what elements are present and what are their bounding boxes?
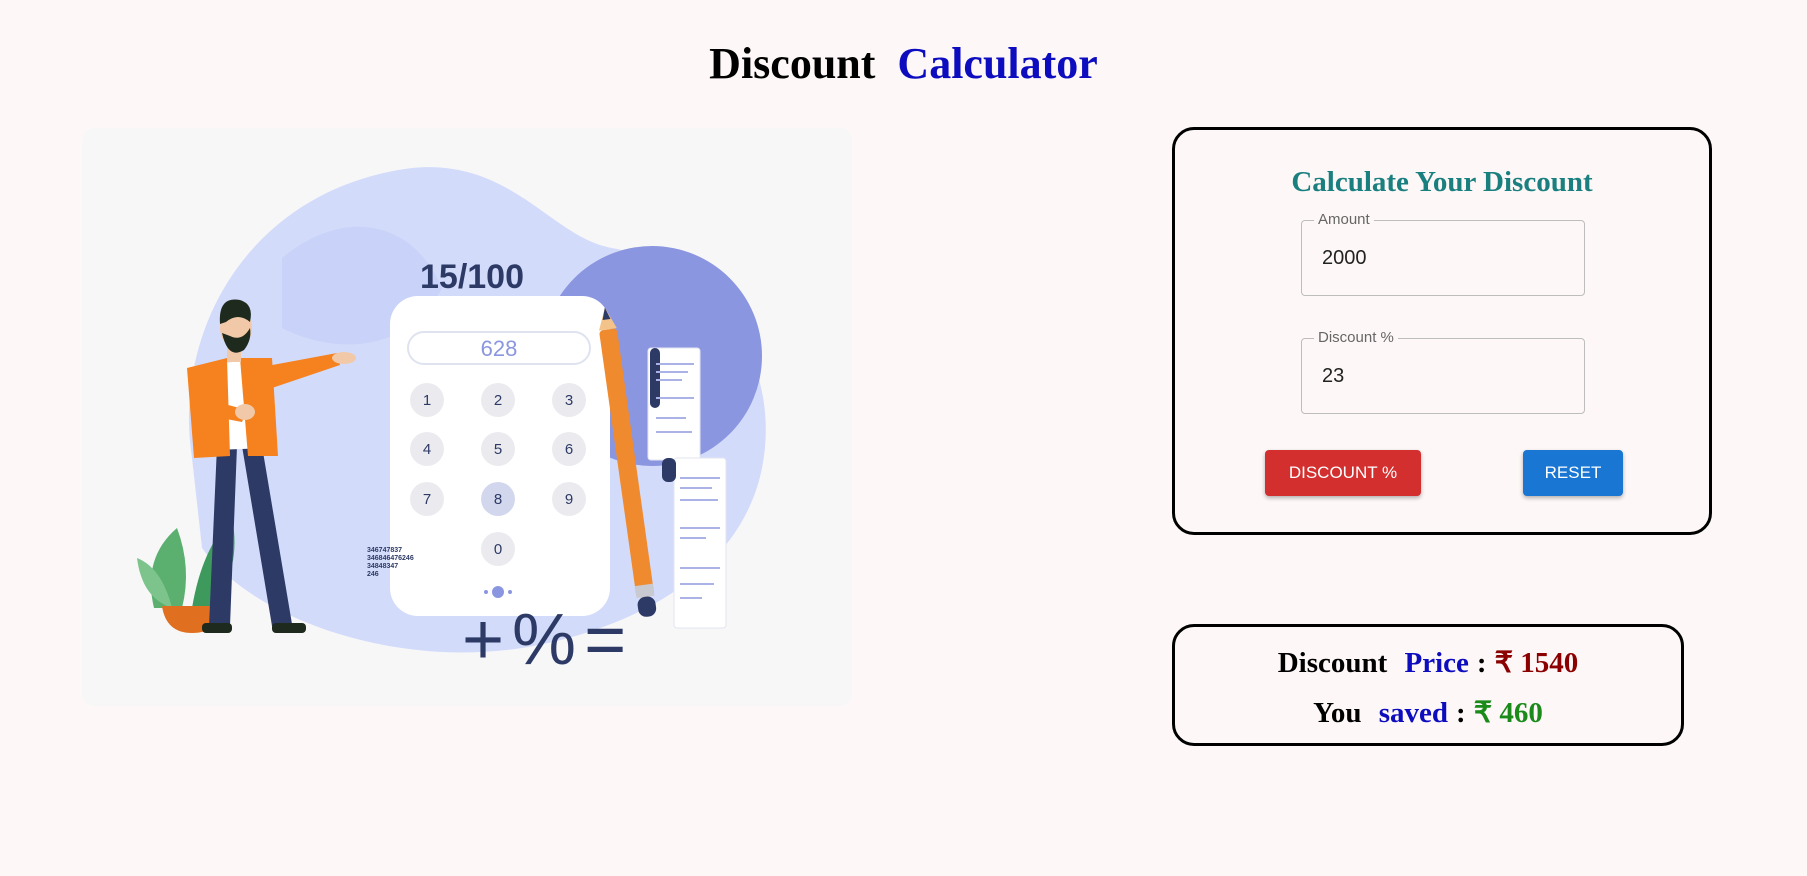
saved-word: saved <box>1378 697 1449 729</box>
key-9: 9 <box>565 491 573 508</box>
key-4: 4 <box>423 441 431 458</box>
form-title: Calculate Your Discount <box>1291 166 1593 198</box>
key-8: 8 <box>494 491 502 508</box>
amount-input[interactable] <box>1302 221 1584 295</box>
key-5: 5 <box>494 441 502 458</box>
page-title-part1: Discount <box>709 39 876 88</box>
fraction-text: 15/100 <box>420 258 524 296</box>
receipt-number-3: 34848347 <box>367 563 398 570</box>
key-3: 3 <box>565 392 573 409</box>
price-separator: : <box>1476 647 1487 679</box>
price-value: ₹ 1540 <box>1494 647 1579 679</box>
key-0: 0 <box>494 541 502 558</box>
discount-button[interactable]: DISCOUNT % <box>1265 450 1421 496</box>
saved-line: You saved: ₹ 460 <box>1175 695 1681 730</box>
receipt-number-4: 246 <box>367 571 379 578</box>
key-6: 6 <box>565 441 573 458</box>
illustration-svg: 15/100 628 1 2 3 4 5 6 7 8 9 0 346747837… <box>137 167 766 680</box>
page-title-part2: Calculator <box>897 39 1098 88</box>
discount-word: Discount <box>1277 647 1388 679</box>
discount-illustration: 15/100 628 1 2 3 4 5 6 7 8 9 0 346747837… <box>82 128 852 706</box>
saved-value: ₹ 460 <box>1473 697 1543 729</box>
discount-price-line: Discount Price: ₹ 1540 <box>1175 645 1681 680</box>
amount-field: Amount <box>1301 211 1585 296</box>
receipt-number-1: 346747837 <box>367 547 402 554</box>
result-card: Discount Price: ₹ 1540 You saved: ₹ 460 <box>1172 624 1684 746</box>
you-word: You <box>1313 697 1362 729</box>
discount-form-card: Calculate Your Discount Amount Discount … <box>1172 127 1712 535</box>
calculator-display: 628 <box>481 336 518 361</box>
key-2: 2 <box>494 392 502 409</box>
key-7: 7 <box>423 491 431 508</box>
discount-field: Discount % <box>1301 329 1585 414</box>
page-title: Discount Calculator <box>0 38 1807 89</box>
reset-button[interactable]: RESET <box>1523 450 1623 496</box>
saved-separator: : <box>1456 697 1466 729</box>
math-symbols: +%= <box>462 600 634 680</box>
receipt-number-2: 346846476246 <box>367 555 414 562</box>
discount-input[interactable] <box>1302 339 1584 413</box>
price-word: Price <box>1404 647 1469 679</box>
key-1: 1 <box>423 392 431 409</box>
